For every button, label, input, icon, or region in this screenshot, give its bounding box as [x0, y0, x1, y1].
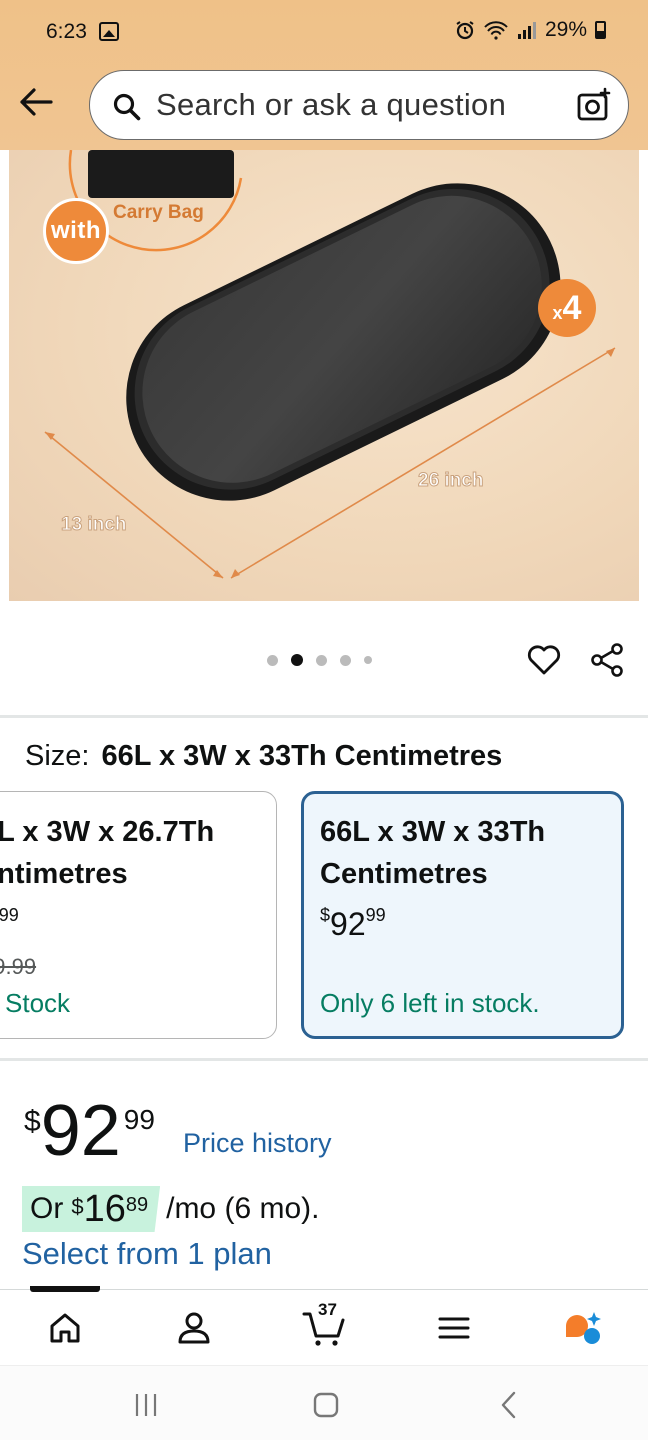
bottom-navigation: 37 [0, 1286, 648, 1365]
status-right: 29% [455, 18, 606, 42]
price-whole: 92 [40, 1091, 121, 1171]
size-label: Size: [25, 740, 90, 772]
monthly-payment-row: Or $ 16 89 /mo (6 mo). [22, 1186, 319, 1232]
size-option-stock: Stock [5, 988, 71, 1018]
with-badge: with [43, 198, 109, 264]
signal-icon [517, 22, 536, 39]
price-currency: $ [24, 1105, 41, 1138]
size-option-price-fraction: 99 [365, 905, 386, 925]
system-navigation-bar [0, 1365, 648, 1440]
size-option-price-fraction: 99 [0, 905, 19, 925]
alarm-icon [456, 21, 474, 40]
monthly-payment-pill: Or $ 16 89 [22, 1186, 161, 1232]
status-time: 6:23 [46, 20, 87, 43]
battery-percent: 29% [544, 18, 587, 41]
status-bar: 6:23 29% [0, 0, 648, 66]
cart-button[interactable]: 37 [302, 1300, 348, 1348]
product-price: $ 92 99 [24, 1090, 155, 1172]
length-dimension-label: 26 inch [417, 470, 484, 492]
gallery-notification-icon [99, 22, 119, 41]
size-option-stock: Only 6 left in stock. [320, 988, 540, 1018]
size-option-price-currency: $ [320, 905, 331, 925]
quantity-badge-x: x [552, 302, 563, 323]
rufus-assistant-icon[interactable] [562, 1308, 602, 1348]
back-arrow-icon[interactable] [18, 86, 54, 118]
carousel-dots[interactable] [267, 654, 372, 666]
search-placeholder: Search or ask a question [156, 87, 507, 122]
carry-bag-label: Carry Bag [113, 202, 204, 223]
price-history-link[interactable]: Price history [183, 1128, 332, 1159]
section-divider [0, 1058, 648, 1061]
nav-active-indicator [30, 1286, 100, 1292]
size-option-title: 1L x 3W x 26.7Th [0, 811, 214, 853]
menu-icon[interactable] [434, 1308, 474, 1348]
search-icon [113, 93, 141, 121]
system-back-icon[interactable] [494, 1390, 524, 1420]
app-header: 6:23 29% Search or ask a question [0, 0, 648, 150]
selected-size-value: 66L x 3W x 33Th Centimetres [101, 740, 503, 772]
size-option-price-whole: 92 [330, 906, 366, 942]
carousel-dot[interactable] [267, 654, 278, 666]
battery-icon [595, 21, 606, 39]
wishlist-heart-icon[interactable] [526, 642, 562, 678]
search-input[interactable]: Search or ask a question [89, 70, 629, 140]
size-option-title-line2: entimetres [0, 858, 128, 890]
quantity-badge: x4 [538, 279, 596, 337]
size-selection-row: Size: 66L x 3W x 33Th Centimetres [25, 740, 502, 773]
carousel-dot[interactable] [316, 654, 327, 666]
size-option-title-line2: Centimetres [320, 858, 488, 890]
camera-search-icon[interactable] [576, 87, 612, 123]
monthly-or: Or [30, 1192, 64, 1225]
price-fraction: 99 [123, 1104, 155, 1135]
section-divider [0, 715, 648, 718]
monthly-term: /mo (6 mo). [166, 1192, 320, 1225]
quantity-badge-number: 4 [562, 288, 582, 327]
monthly-currency: $ [71, 1194, 84, 1219]
width-dimension-label: 13 inch [60, 514, 127, 536]
cart-count: 37 [318, 1300, 337, 1319]
select-plan-link[interactable]: Select from 1 plan [22, 1236, 272, 1272]
account-icon[interactable] [174, 1308, 214, 1348]
monthly-whole: 16 [83, 1187, 126, 1230]
size-option-card-selected[interactable]: 66L x 3W x 33Th Centimetres $9299 Only 6… [301, 791, 624, 1039]
size-option-price: 999 [0, 905, 19, 943]
size-option-card[interactable]: 1L x 3W x 26.7Th entimetres 999 09.99 St… [0, 791, 277, 1039]
monthly-fraction: 89 [125, 1194, 149, 1216]
carousel-dot-active[interactable] [291, 654, 303, 666]
recent-apps-icon[interactable] [131, 1390, 161, 1420]
carousel-dot[interactable] [340, 654, 351, 666]
carousel-dot[interactable] [364, 656, 372, 664]
wifi-icon [484, 21, 508, 40]
product-image[interactable]: with Carry Bag x4 13 inch 26 inch [9, 150, 639, 601]
with-badge-label: with [51, 217, 101, 244]
home-icon[interactable] [45, 1308, 85, 1348]
share-icon[interactable] [589, 642, 625, 678]
size-option-title-line1: 1L x 3W x 26.7Th [0, 816, 215, 848]
size-option-old-price: 09.99 [0, 954, 37, 979]
size-option-title-line1: 66L x 3W x 33Th [320, 816, 546, 848]
home-button-icon[interactable] [311, 1390, 341, 1420]
size-option-price: $9299 [320, 905, 386, 943]
